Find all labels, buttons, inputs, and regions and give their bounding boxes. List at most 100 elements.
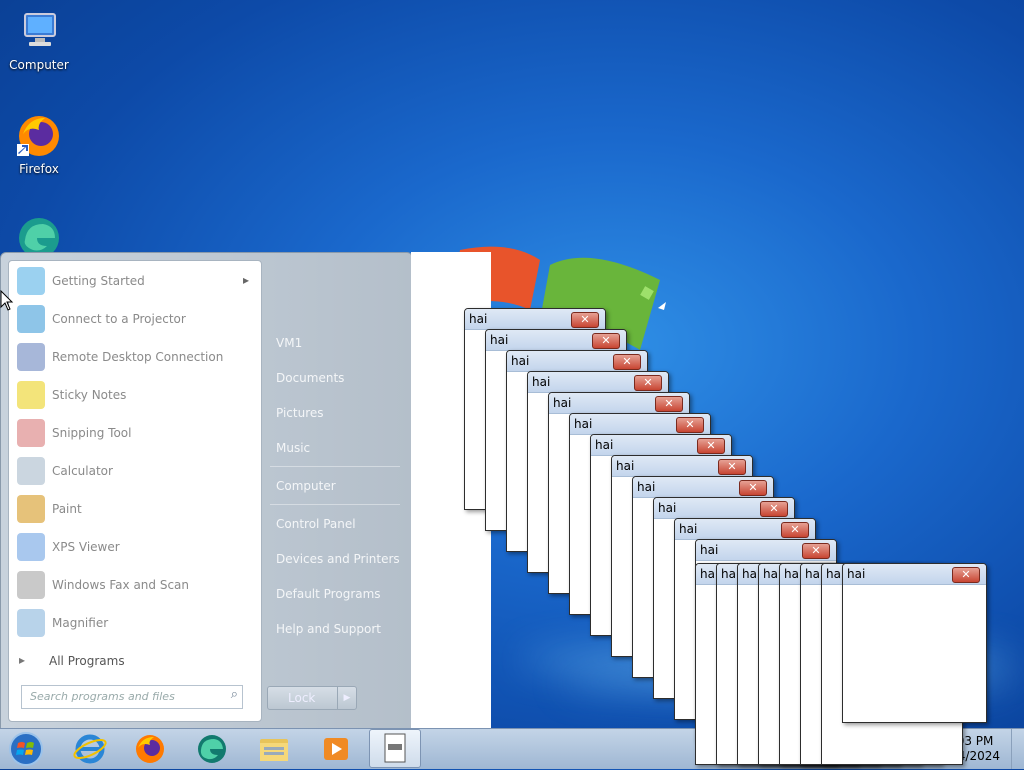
- start-menu-separator: [270, 466, 400, 467]
- taskbar-dialog-app[interactable]: [369, 729, 421, 768]
- all-programs-button[interactable]: ▸ All Programs: [9, 649, 261, 673]
- lock-options-arrow[interactable]: ▶: [337, 687, 356, 709]
- start-menu-item[interactable]: Paint: [9, 491, 261, 527]
- close-button[interactable]: ✕: [952, 567, 980, 583]
- desktop-icon-label: Computer: [9, 58, 69, 72]
- start-menu-item[interactable]: Snipping Tool: [9, 415, 261, 451]
- start-menu-item-label: Calculator: [52, 464, 113, 478]
- taskbar-firefox[interactable]: [122, 731, 178, 767]
- start-menu-right-item[interactable]: Music: [276, 441, 310, 455]
- close-button[interactable]: ✕: [571, 312, 599, 328]
- calculator-icon: [17, 457, 45, 485]
- taskbar-internet-explorer[interactable]: [62, 731, 118, 767]
- start-menu-right-item[interactable]: Computer: [276, 479, 336, 493]
- dialog-titlebar[interactable]: hai ✕: [696, 540, 836, 561]
- dialog-title: hai: [679, 522, 698, 536]
- close-button[interactable]: ✕: [697, 438, 725, 454]
- start-menu-item-label: Paint: [52, 502, 82, 516]
- dialog-titlebar[interactable]: hai ✕: [570, 414, 710, 435]
- lock-label: Lock: [288, 691, 316, 705]
- start-menu-item-label: Getting Started: [52, 274, 145, 288]
- close-button[interactable]: ✕: [676, 417, 704, 433]
- start-menu-right-item[interactable]: Documents: [276, 371, 344, 385]
- start-menu-item[interactable]: Getting Started ▸: [9, 263, 261, 299]
- dialog-title: hai: [469, 312, 488, 326]
- start-menu-item[interactable]: XPS Viewer: [9, 529, 261, 565]
- chevron-right-icon: ▸: [19, 653, 26, 667]
- dialog-titlebar[interactable]: hai ✕: [549, 393, 689, 414]
- dialog-title: hai: [553, 396, 572, 410]
- dialog-title: hai: [532, 375, 551, 389]
- search-placeholder: Search programs and files: [30, 690, 175, 703]
- sticky-notes-icon: [17, 381, 45, 409]
- xps-viewer-icon: [17, 533, 45, 561]
- close-button[interactable]: ✕: [613, 354, 641, 370]
- dialog-titlebar[interactable]: hai ✕: [654, 498, 794, 519]
- magnifier-icon: [17, 609, 45, 637]
- close-button[interactable]: ✕: [760, 501, 788, 517]
- close-button[interactable]: ✕: [802, 543, 830, 559]
- taskbar-edge[interactable]: [184, 731, 240, 767]
- message-dialog[interactable]: hai ✕: [842, 563, 987, 723]
- start-menu-programs-pane: Getting Started ▸ Connect to a Projector Re…: [8, 260, 262, 722]
- start-button[interactable]: [0, 731, 52, 767]
- dialog-titlebar[interactable]: hai ✕: [675, 519, 815, 540]
- close-button[interactable]: ✕: [718, 459, 746, 475]
- submenu-arrow-icon: ▸: [242, 273, 249, 287]
- close-button[interactable]: ✕: [634, 375, 662, 391]
- start-menu-right-item[interactable]: Help and Support: [276, 622, 381, 636]
- dialog-titlebar[interactable]: hai ✕: [633, 477, 773, 498]
- close-button[interactable]: ✕: [655, 396, 683, 412]
- dialog-app-icon: [384, 733, 406, 763]
- desktop-icon-label: Firefox: [19, 162, 59, 176]
- dialog-titlebar[interactable]: hai ✕: [465, 309, 605, 330]
- start-menu-separator: [270, 504, 400, 505]
- computer-icon: [15, 8, 63, 56]
- start-menu-item-label: Sticky Notes: [52, 388, 127, 402]
- dialog-titlebar[interactable]: hai ✕: [591, 435, 731, 456]
- dialog-titlebar[interactable]: hai ✕: [612, 456, 752, 477]
- internet-explorer-icon: [73, 734, 107, 764]
- start-menu-right-item[interactable]: Devices and Printers: [276, 552, 400, 566]
- search-box[interactable]: Search programs and files ⌕: [21, 685, 243, 709]
- dialog-title: hai: [658, 501, 677, 515]
- start-menu-item-label: Snipping Tool: [52, 426, 132, 440]
- remote-desktop-icon: [17, 343, 45, 371]
- close-button[interactable]: ✕: [592, 333, 620, 349]
- start-menu-item-label: XPS Viewer: [52, 540, 120, 554]
- desktop-icon-firefox[interactable]: Firefox: [3, 112, 75, 176]
- start-menu-item[interactable]: Calculator: [9, 453, 261, 489]
- start-menu-item[interactable]: Connect to a Projector: [9, 301, 261, 337]
- dialog-title: hai: [700, 543, 719, 557]
- close-button[interactable]: ✕: [781, 522, 809, 538]
- taskbar-media-player[interactable]: [308, 731, 364, 767]
- dialog-title: hai: [490, 333, 509, 347]
- start-menu-item[interactable]: Windows Fax and Scan: [9, 567, 261, 603]
- file-explorer-icon: [260, 739, 288, 761]
- dialog-titlebar[interactable]: hai ✕: [843, 564, 986, 585]
- start-menu-right-item[interactable]: VM1: [276, 336, 302, 350]
- start-menu-item-label: Windows Fax and Scan: [52, 578, 190, 592]
- dialog-titlebar[interactable]: hai ✕: [528, 372, 668, 393]
- desktop-icon-computer[interactable]: Computer: [3, 8, 75, 72]
- start-menu-item[interactable]: Sticky Notes: [9, 377, 261, 413]
- dialog-title: hai: [574, 417, 593, 431]
- dialog-title: hai: [511, 354, 530, 368]
- show-desktop-button[interactable]: [1011, 729, 1024, 769]
- paint-icon: [17, 495, 45, 523]
- start-menu-right-item[interactable]: Pictures: [276, 406, 324, 420]
- start-menu-item-label: Remote Desktop Connection: [52, 350, 224, 364]
- close-button[interactable]: ✕: [739, 480, 767, 496]
- dialog-titlebar[interactable]: hai ✕: [486, 330, 626, 351]
- start-menu-item-label: Magnifier: [52, 616, 109, 630]
- getting-started-icon: [17, 267, 45, 295]
- search-icon: ⌕: [230, 687, 238, 702]
- all-programs-label: All Programs: [49, 654, 125, 668]
- start-menu-right-item[interactable]: Control Panel: [276, 517, 356, 531]
- dialog-titlebar[interactable]: hai ✕: [507, 351, 647, 372]
- start-menu-item[interactable]: Remote Desktop Connection: [9, 339, 261, 375]
- taskbar-file-explorer[interactable]: [246, 731, 302, 767]
- start-menu-item[interactable]: Magnifier: [9, 605, 261, 641]
- start-menu-right-item[interactable]: Default Programs: [276, 587, 381, 601]
- lock-button[interactable]: Lock ▶: [267, 686, 357, 710]
